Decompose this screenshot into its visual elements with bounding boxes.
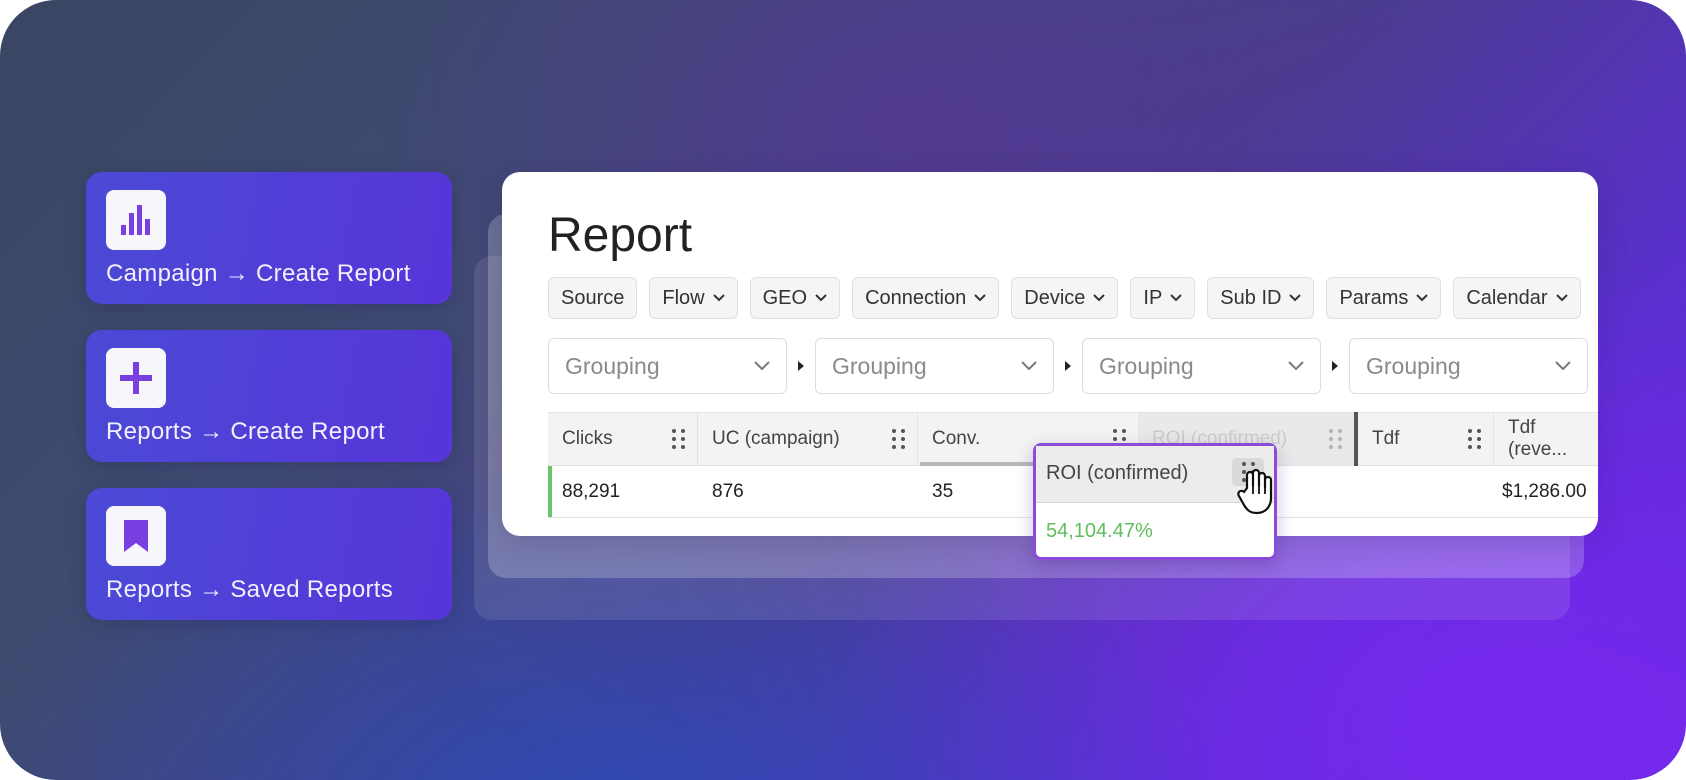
column-drop-indicator: [1354, 412, 1358, 466]
column-label: Clicks: [562, 428, 613, 449]
page-title: Report: [548, 209, 693, 262]
drag-handle-icon[interactable]: [892, 429, 905, 449]
nav-card-label: Reports → Create Report: [106, 418, 386, 445]
chevron-down-icon: [1416, 294, 1429, 302]
column-header-tdf-revenue[interactable]: Tdf (reve...: [1494, 413, 1598, 465]
filter-label: Source: [561, 286, 625, 309]
filter-calendar[interactable]: Calendar: [1453, 277, 1581, 319]
chevron-down-icon: [1093, 294, 1106, 302]
column-label: Tdf: [1372, 428, 1400, 449]
chevron-down-icon: [1289, 294, 1302, 302]
filter-label: Flow: [662, 286, 705, 309]
plus-icon: [106, 348, 166, 408]
hand-cursor-icon: [1237, 468, 1273, 515]
nav-card-reports-create-report[interactable]: Reports → Create Report: [86, 330, 452, 462]
drag-handle-icon: [1329, 429, 1342, 449]
filter-flow[interactable]: Flow: [649, 277, 738, 319]
dragged-column-value: 54,104.47%: [1046, 520, 1153, 542]
cell-tdf-revenue: $1,286.00: [1502, 480, 1587, 502]
column-header-tdf[interactable]: Tdf: [1358, 413, 1494, 465]
chevron-down-icon: [815, 294, 827, 302]
cell-uc-campaign: 876: [712, 480, 744, 502]
cell-conv: 35: [932, 480, 954, 502]
chevron-down-icon: [1555, 361, 1571, 371]
nav-card-label: Reports → Saved Reports: [106, 576, 394, 603]
chevron-down-icon: [1555, 294, 1568, 302]
column-label: Conv.: [932, 428, 981, 449]
filter-source[interactable]: Source: [548, 277, 638, 319]
caret-right-icon: [1321, 361, 1349, 371]
filter-label: Sub ID: [1220, 286, 1282, 309]
chevron-down-icon: [1288, 361, 1304, 371]
nav-card-reports-saved-reports[interactable]: Reports → Saved Reports: [86, 488, 452, 620]
drag-handle-icon[interactable]: [1468, 429, 1481, 449]
column-header-clicks[interactable]: Clicks: [548, 413, 698, 465]
grouping-label: Grouping: [832, 352, 927, 379]
filter-label: GEO: [762, 286, 808, 309]
grouping-label: Grouping: [1099, 352, 1194, 379]
cell-clicks: 88,291: [562, 480, 621, 502]
background-frame: Campaign → Create Report Reports → Creat…: [0, 0, 1686, 780]
filter-label: Calendar: [1466, 286, 1548, 309]
filter-bar: Source Flow GEO Connection Device IP Sub…: [548, 277, 1581, 319]
caret-right-icon: [787, 361, 815, 371]
grouping-bar: Grouping Grouping Grouping Grouping: [548, 338, 1588, 394]
chevron-down-icon: [974, 294, 986, 302]
filter-label: Connection: [865, 286, 967, 309]
filter-ip[interactable]: IP: [1130, 277, 1196, 319]
nav-card-campaign-create-report[interactable]: Campaign → Create Report: [86, 172, 452, 304]
filter-label: Device: [1024, 286, 1086, 309]
filter-params[interactable]: Params: [1326, 277, 1442, 319]
nav-card-label: Campaign → Create Report: [106, 260, 411, 287]
bookmark-icon: [106, 506, 166, 566]
grouping-select[interactable]: Grouping: [1349, 338, 1588, 394]
filter-sub-id[interactable]: Sub ID: [1207, 277, 1315, 319]
filter-connection[interactable]: Connection: [852, 277, 1000, 319]
column-label: Tdf (reve...: [1508, 417, 1568, 460]
filter-device[interactable]: Device: [1011, 277, 1119, 319]
chevron-down-icon: [712, 294, 725, 302]
chevron-down-icon: [1170, 294, 1183, 302]
bar-chart-icon: [106, 190, 166, 250]
caret-right-icon: [1054, 361, 1082, 371]
filter-label: IP: [1143, 286, 1163, 309]
filter-label: Params: [1339, 286, 1409, 309]
column-label: UC (campaign): [712, 428, 840, 449]
column-header-uc-campaign[interactable]: UC (campaign): [698, 413, 918, 465]
grouping-select[interactable]: Grouping: [548, 338, 787, 394]
drag-handle-icon[interactable]: [672, 429, 685, 449]
filter-geo[interactable]: GEO: [749, 277, 841, 319]
grouping-label: Grouping: [1366, 352, 1461, 379]
dragged-column-label: ROI (confirmed): [1046, 462, 1189, 484]
chevron-down-icon: [754, 361, 770, 371]
grouping-select[interactable]: Grouping: [815, 338, 1054, 394]
row-status-bar: [548, 466, 552, 517]
grouping-label: Grouping: [565, 352, 660, 379]
chevron-down-icon: [1021, 361, 1037, 371]
grouping-select[interactable]: Grouping: [1082, 338, 1321, 394]
